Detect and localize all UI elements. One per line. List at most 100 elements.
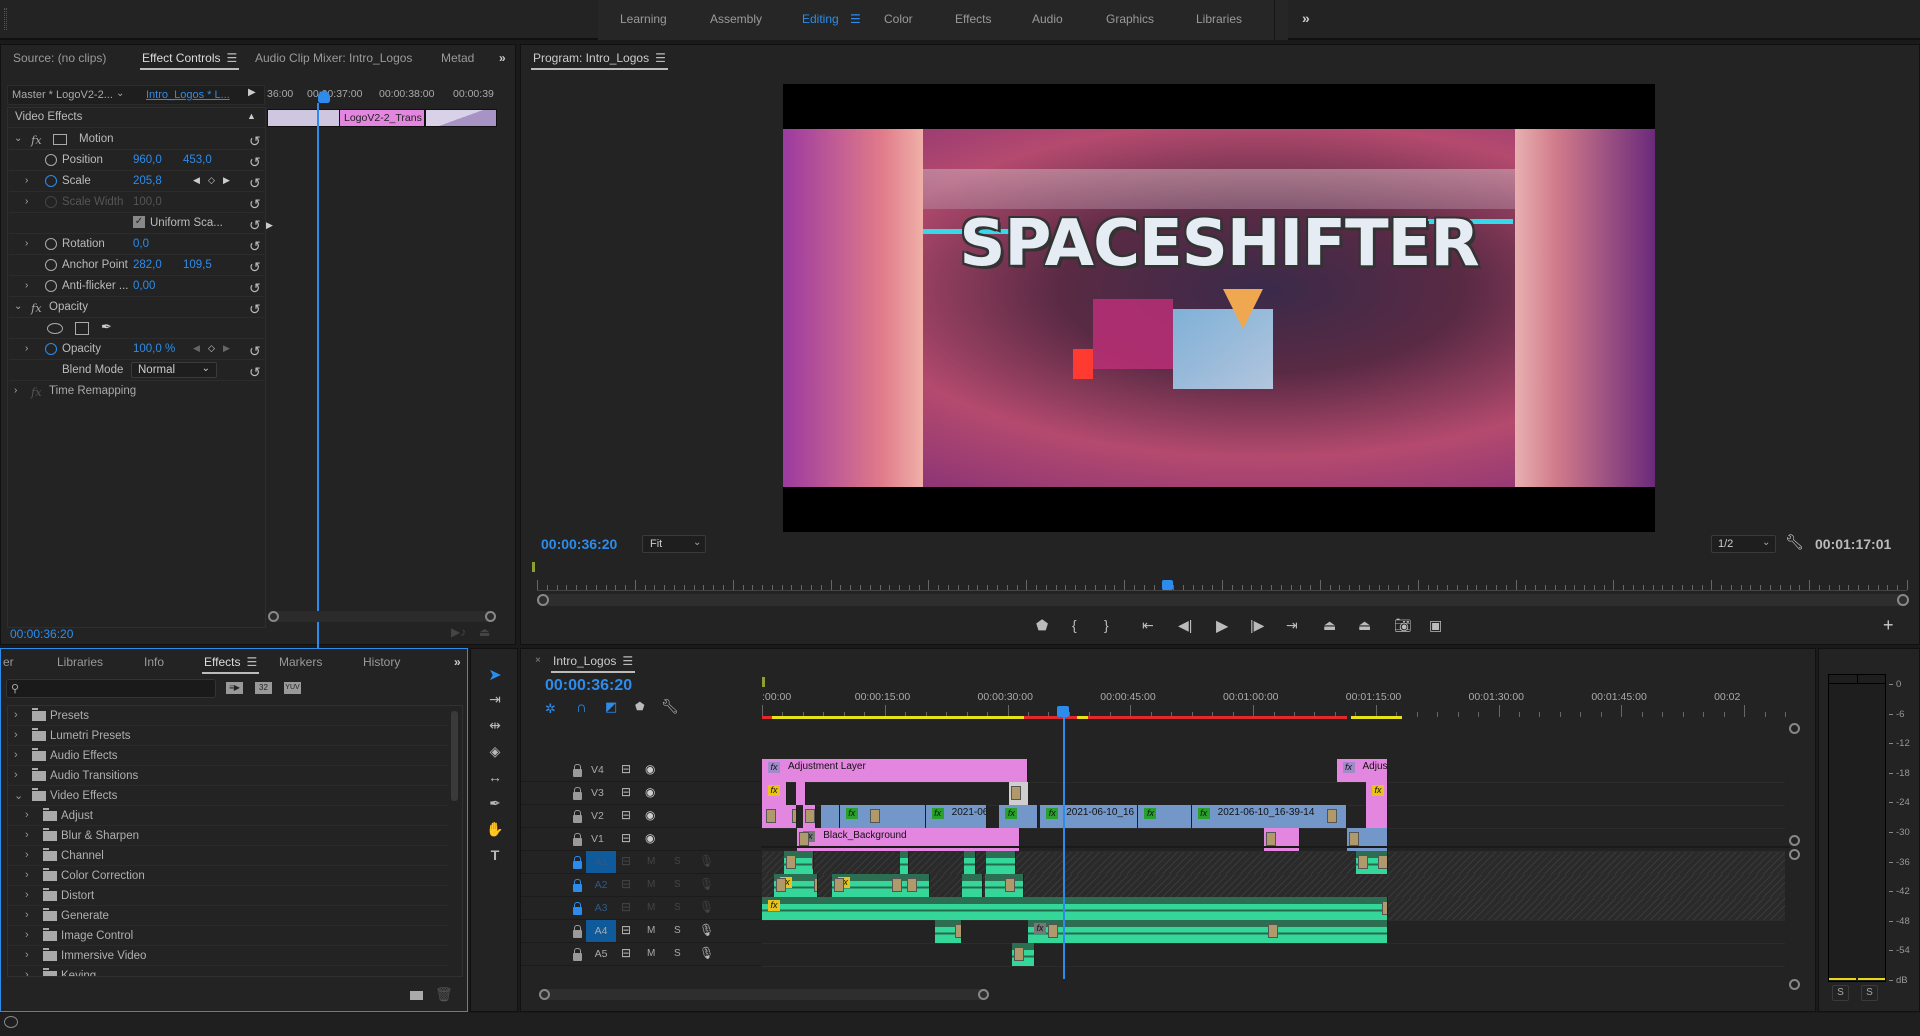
scroll-handle-right[interactable] (978, 989, 989, 1000)
transition-icon[interactable] (812, 855, 814, 869)
track-name[interactable]: A3 (586, 897, 616, 919)
eye-icon[interactable]: ◉ (645, 762, 655, 776)
track-name[interactable]: A5 (586, 943, 616, 965)
effects-tree-item[interactable]: ⌄ Video Effects (8, 786, 448, 806)
transition-icon[interactable] (1358, 855, 1369, 869)
chevron-right-icon[interactable]: › (25, 280, 28, 291)
lock-icon[interactable] (573, 787, 582, 800)
fx-icon[interactable]: fx (31, 301, 42, 315)
timeline-clip[interactable]: fx (999, 805, 1038, 828)
video-scroll-handle[interactable] (1789, 723, 1800, 734)
stopwatch-icon[interactable] (45, 280, 57, 292)
keyframe-nav-icon[interactable]: ▶ (266, 220, 273, 231)
solo-button[interactable]: S (674, 856, 681, 867)
sync-lock-icon[interactable]: ⊟ (621, 854, 631, 868)
workspace-assembly[interactable]: Assembly (710, 12, 762, 26)
zoom-scrollbar[interactable] (268, 611, 496, 622)
uniform-scale-checkbox[interactable]: ✓ (133, 216, 145, 228)
program-zoom-scrollbar[interactable] (537, 594, 1909, 606)
panel-menu-icon[interactable]: ☰ (226, 51, 237, 65)
mark-in-icon[interactable]: { (1072, 617, 1077, 633)
tab-metadata[interactable]: Metad (441, 51, 474, 65)
stopwatch-icon[interactable] (45, 259, 57, 271)
chevron-down-icon[interactable]: ⌄ (116, 88, 124, 99)
sync-lock-icon[interactable]: ⊟ (621, 900, 631, 914)
tab-markers[interactable]: Markers (279, 655, 322, 669)
chevron-right-icon[interactable]: › (14, 729, 18, 741)
play-icon[interactable]: ▶ (1216, 616, 1228, 636)
anti-flicker-value[interactable]: 0,00 (133, 280, 155, 292)
accelerated-effects-filter[interactable]: ≡▶ (226, 682, 243, 694)
lock-icon[interactable] (573, 879, 582, 892)
workspace-graphics[interactable]: Graphics (1106, 12, 1154, 26)
chevron-right-icon[interactable]: › (25, 849, 29, 861)
chevron-double-right-icon[interactable]: » (454, 655, 461, 669)
selection-tool-icon[interactable]: ➤ (485, 665, 505, 685)
wrench-icon[interactable]: 🔧︎ (1785, 533, 1804, 551)
effects-tree-item[interactable]: › Adjust (8, 806, 448, 826)
workspace-menu-icon[interactable]: ☰ (850, 12, 861, 26)
solo-left-button[interactable]: S (1832, 985, 1849, 1001)
timeline-clip[interactable]: fx (1365, 782, 1389, 805)
solo-button[interactable]: S (674, 948, 681, 959)
effects-tree-item[interactable]: › Generate (8, 906, 448, 926)
export-icon[interactable]: ⏏ (479, 625, 490, 639)
panel-menu-icon[interactable]: ☰ (622, 654, 633, 668)
sync-lock-icon[interactable]: ⊟ (621, 785, 631, 799)
chevron-right-icon[interactable]: › (25, 929, 29, 941)
chevron-down-icon[interactable]: ⌄ (14, 133, 22, 144)
32bit-filter[interactable]: 32 (255, 682, 272, 694)
step-forward-icon[interactable]: |▶ (1250, 617, 1264, 634)
transition-icon[interactable] (892, 878, 903, 892)
anchor-x-value[interactable]: 282,0 (133, 259, 162, 271)
chevron-right-icon[interactable]: › (14, 769, 18, 781)
timeline-clip[interactable] (802, 805, 816, 828)
timeline-clip[interactable] (934, 920, 962, 943)
timeline-clip[interactable]: fx Adjustment Layer (762, 759, 1028, 782)
tab-effect-controls[interactable]: Effect Controls ☰ (139, 51, 240, 70)
stopwatch-icon[interactable] (45, 238, 57, 250)
timeline-clip[interactable]: fx 2021-06-09 15-0 (925, 805, 988, 828)
tab-program[interactable]: Program: Intro_Logos ☰ (531, 51, 668, 70)
reset-icon[interactable]: ↺ (249, 196, 261, 213)
drag-grip[interactable] (4, 8, 7, 30)
transition-icon[interactable] (1047, 924, 1058, 938)
go-to-out-icon[interactable]: ⇥ (1286, 617, 1298, 634)
timeline-clip[interactable]: fx (774, 874, 818, 897)
solo-button[interactable]: S (674, 902, 681, 913)
chevron-double-right-icon[interactable]: » (499, 51, 506, 65)
effects-scrollbar[interactable] (451, 711, 458, 801)
reset-icon[interactable]: ↺ (249, 238, 261, 255)
mute-button[interactable]: M (647, 925, 655, 936)
effects-tree-item[interactable]: › Color Correction (8, 866, 448, 886)
solo-button[interactable]: S (674, 925, 681, 936)
reset-icon[interactable]: ↺ (249, 364, 261, 381)
hand-tool-icon[interactable]: ✋ (485, 821, 505, 838)
ellipse-mask-icon[interactable] (47, 323, 63, 334)
track-name[interactable]: A1 (586, 851, 616, 873)
timeline-timecode[interactable]: 00:00:36:20 (545, 677, 632, 695)
chevron-right-icon[interactable]: › (14, 709, 18, 721)
stopwatch-icon[interactable] (45, 343, 57, 355)
nest-toggle-icon[interactable]: ✲ (545, 701, 556, 717)
add-marker-icon[interactable]: ⬟ (1036, 617, 1048, 634)
effects-tree-item[interactable]: › Image Control (8, 926, 448, 946)
timeline-clip[interactable] (820, 805, 840, 828)
chevron-down-icon[interactable]: ⌄ (14, 789, 23, 802)
sequence-clip-link[interactable]: Intro_Logos * L... (146, 89, 230, 101)
effect-controls-timecode[interactable]: 00:00:36:20 (10, 627, 73, 641)
workspace-editing[interactable]: Editing (802, 12, 839, 26)
program-playhead[interactable] (1162, 580, 1174, 590)
timeline-clip[interactable] (1356, 851, 1389, 874)
timeline-clip[interactable] (985, 874, 1024, 897)
track-name[interactable]: V1 (591, 833, 604, 845)
mini-timeline-ruler[interactable]: 36:00 00:00:37:00 00:00:38:00 00:00:39 (267, 85, 507, 105)
mute-button[interactable]: M (647, 879, 655, 890)
add-keyframe-icon[interactable]: ◇ (208, 175, 215, 186)
transition-icon[interactable] (792, 809, 797, 823)
chevron-right-icon[interactable]: › (25, 909, 29, 921)
effects-tree-item[interactable]: › Blur & Sharpen (8, 826, 448, 846)
yuv-filter[interactable]: YUV (284, 682, 301, 694)
transition-icon[interactable] (1013, 947, 1024, 961)
linked-selection-icon[interactable]: ◩ (605, 699, 617, 715)
